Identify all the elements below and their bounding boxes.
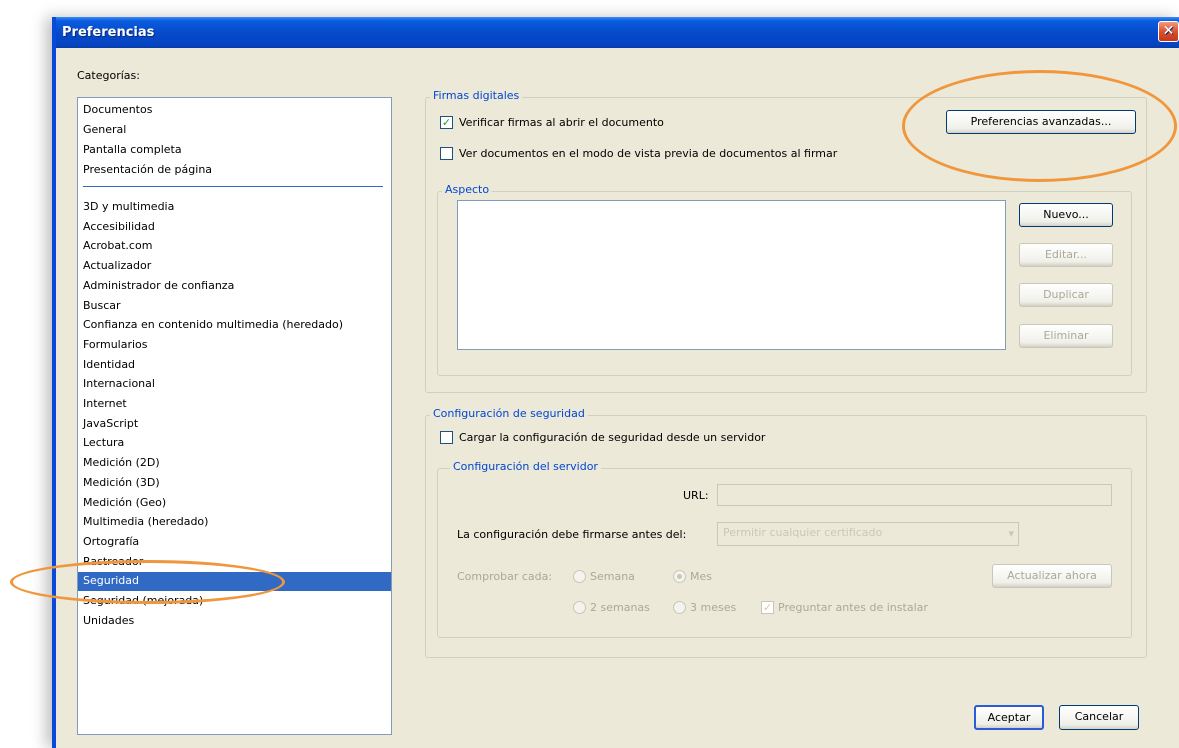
cargar-label: Cargar la configuración de seguridad des…	[459, 431, 766, 444]
category-item[interactable]: Identidad	[78, 356, 391, 375]
radio-2semanas[interactable]	[573, 601, 586, 614]
eliminar-button[interactable]: Eliminar	[1019, 324, 1113, 348]
cancelar-button[interactable]: Cancelar	[1059, 705, 1139, 730]
ver-docs-label: Ver documentos en el modo de vista previ…	[459, 147, 838, 160]
category-item[interactable]: Buscar	[78, 297, 391, 316]
category-item[interactable]: Pantalla completa	[78, 141, 391, 160]
radio-3meses[interactable]	[673, 601, 686, 614]
highlight-ring-seguridad	[10, 560, 285, 604]
aspecto-title: Aspecto	[442, 183, 493, 196]
category-item[interactable]: Ortografía	[78, 533, 391, 552]
aspecto-listbox[interactable]	[457, 200, 1006, 350]
duplicar-button[interactable]: Duplicar	[1019, 283, 1113, 307]
preguntar-label: Preguntar antes de instalar	[778, 601, 928, 614]
verificar-checkbox[interactable]: ✓	[440, 116, 453, 129]
category-item[interactable]: Multimedia (heredado)	[78, 513, 391, 532]
category-item[interactable]: Lectura	[78, 434, 391, 453]
category-item[interactable]: Confianza en contenido multimedia (hered…	[78, 316, 391, 335]
chevron-down-icon: ▾	[1008, 527, 1014, 540]
category-item[interactable]: 3D y multimedia	[78, 198, 391, 217]
url-label: URL:	[683, 489, 709, 502]
category-item[interactable]: Formularios	[78, 336, 391, 355]
title-bar: Preferencias ✕	[56, 17, 1179, 48]
editar-button[interactable]: Editar...	[1019, 243, 1113, 267]
firmar-label: La configuración debe firmarse antes del…	[457, 528, 687, 541]
ver-docs-checkbox[interactable]	[440, 147, 453, 160]
preferences-dialog: Preferencias ✕ Categorías: Documentos Gen…	[52, 17, 1179, 748]
url-input[interactable]	[717, 484, 1112, 506]
category-item[interactable]: Administrador de confianza	[78, 277, 391, 296]
category-item[interactable]: Internacional	[78, 375, 391, 394]
radio-semana-label: Semana	[590, 570, 635, 583]
categories-list[interactable]: Documentos General Pantalla completa Presen…	[77, 97, 392, 735]
seguridad-title: Configuración de seguridad	[430, 407, 588, 420]
actualizar-button[interactable]: Actualizar ahora	[992, 564, 1112, 588]
category-item[interactable]: Medición (3D)	[78, 474, 391, 493]
window-title: Preferencias	[62, 25, 155, 40]
radio-mes[interactable]	[673, 570, 686, 583]
category-item[interactable]: Acrobat.com	[78, 237, 391, 256]
category-item[interactable]: Medición (Geo)	[78, 494, 391, 513]
servidor-title: Configuración del servidor	[450, 460, 601, 473]
categories-label: Categorías:	[77, 69, 140, 82]
category-item[interactable]: Internet	[78, 395, 391, 414]
category-separator	[83, 186, 383, 187]
firmar-select[interactable]: Permitir cualquier certificado ▾	[717, 522, 1019, 546]
aceptar-button[interactable]: Aceptar	[974, 705, 1044, 730]
category-item[interactable]: Actualizador	[78, 257, 391, 276]
radio-3meses-label: 3 meses	[690, 601, 737, 614]
category-item[interactable]: Documentos	[78, 101, 391, 120]
cargar-checkbox[interactable]	[440, 431, 453, 444]
category-item[interactable]: Presentación de página	[78, 161, 391, 180]
nuevo-button[interactable]: Nuevo...	[1019, 203, 1113, 227]
category-item[interactable]: General	[78, 121, 391, 140]
category-item[interactable]: Accesibilidad	[78, 218, 391, 237]
comprobar-label: Comprobar cada:	[457, 570, 553, 583]
close-icon[interactable]: ✕	[1158, 21, 1179, 42]
category-item[interactable]: Medición (2D)	[78, 454, 391, 473]
preguntar-checkbox[interactable]: ✓	[761, 601, 774, 614]
radio-2semanas-label: 2 semanas	[590, 601, 650, 614]
category-item[interactable]: JavaScript	[78, 415, 391, 434]
category-item[interactable]: Unidades	[78, 612, 391, 631]
firmas-title: Firmas digitales	[430, 89, 523, 102]
radio-semana[interactable]	[573, 570, 586, 583]
radio-mes-label: Mes	[690, 570, 712, 583]
highlight-ring-advanced	[902, 70, 1177, 182]
verificar-label: Verificar firmas al abrir el documento	[459, 116, 664, 129]
